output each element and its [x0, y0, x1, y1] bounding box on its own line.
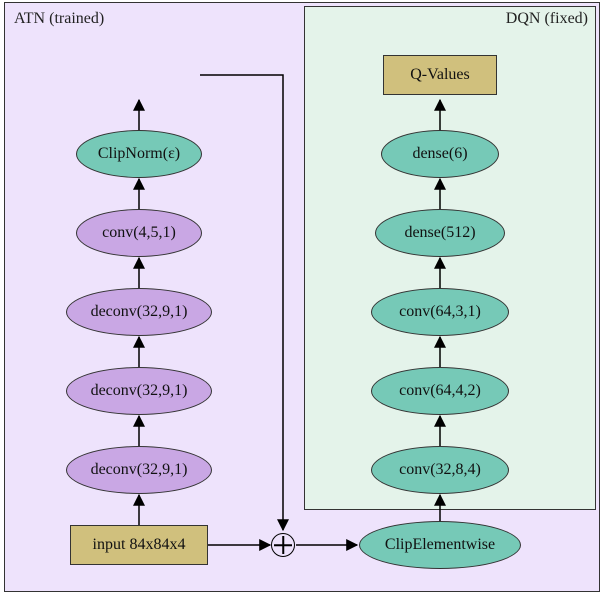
clipnorm-node: ClipNorm(ε)	[76, 130, 202, 178]
dqn-conv-32-8-4-label: conv(32,8,4)	[399, 461, 481, 479]
clipnorm-label: ClipNorm(ε)	[98, 145, 180, 163]
diagram-canvas: ATN (trained) DQN (fixed) input 84x84x4	[0, 0, 604, 594]
dqn-conv-64-3-1: conv(64,3,1)	[371, 288, 509, 336]
region-dqn-label: DQN (fixed)	[506, 10, 588, 28]
dqn-dense-6-label: dense(6)	[412, 145, 467, 163]
clipelem-label: ClipElementwise	[385, 536, 495, 554]
dqn-dense-6: dense(6)	[381, 130, 499, 178]
region-atn-label: ATN (trained)	[14, 10, 104, 28]
dqn-conv-32-8-4: conv(32,8,4)	[371, 446, 509, 494]
atn-deconv-1: deconv(32,9,1)	[66, 446, 212, 494]
dqn-dense-512-label: dense(512)	[404, 224, 475, 242]
input-label: input 84x84x4	[93, 536, 186, 554]
atn-deconv-2-label: deconv(32,9,1)	[91, 382, 188, 400]
atn-deconv-1-label: deconv(32,9,1)	[91, 461, 188, 479]
dqn-dense-512: dense(512)	[375, 209, 505, 257]
qvalues-label: Q-Values	[410, 66, 470, 84]
sum-icon	[271, 533, 295, 557]
clipelem-node: ClipElementwise	[359, 521, 521, 569]
qvalues-node: Q-Values	[383, 55, 497, 95]
atn-deconv-3-label: deconv(32,9,1)	[91, 303, 188, 321]
input-node: input 84x84x4	[70, 525, 208, 565]
atn-deconv-2: deconv(32,9,1)	[66, 367, 212, 415]
dqn-conv-64-4-2: conv(64,4,2)	[371, 367, 509, 415]
atn-conv: conv(4,5,1)	[76, 209, 202, 257]
atn-deconv-3: deconv(32,9,1)	[66, 288, 212, 336]
dqn-conv-64-4-2-label: conv(64,4,2)	[399, 382, 481, 400]
dqn-conv-64-3-1-label: conv(64,3,1)	[399, 303, 481, 321]
atn-conv-label: conv(4,5,1)	[102, 224, 176, 242]
